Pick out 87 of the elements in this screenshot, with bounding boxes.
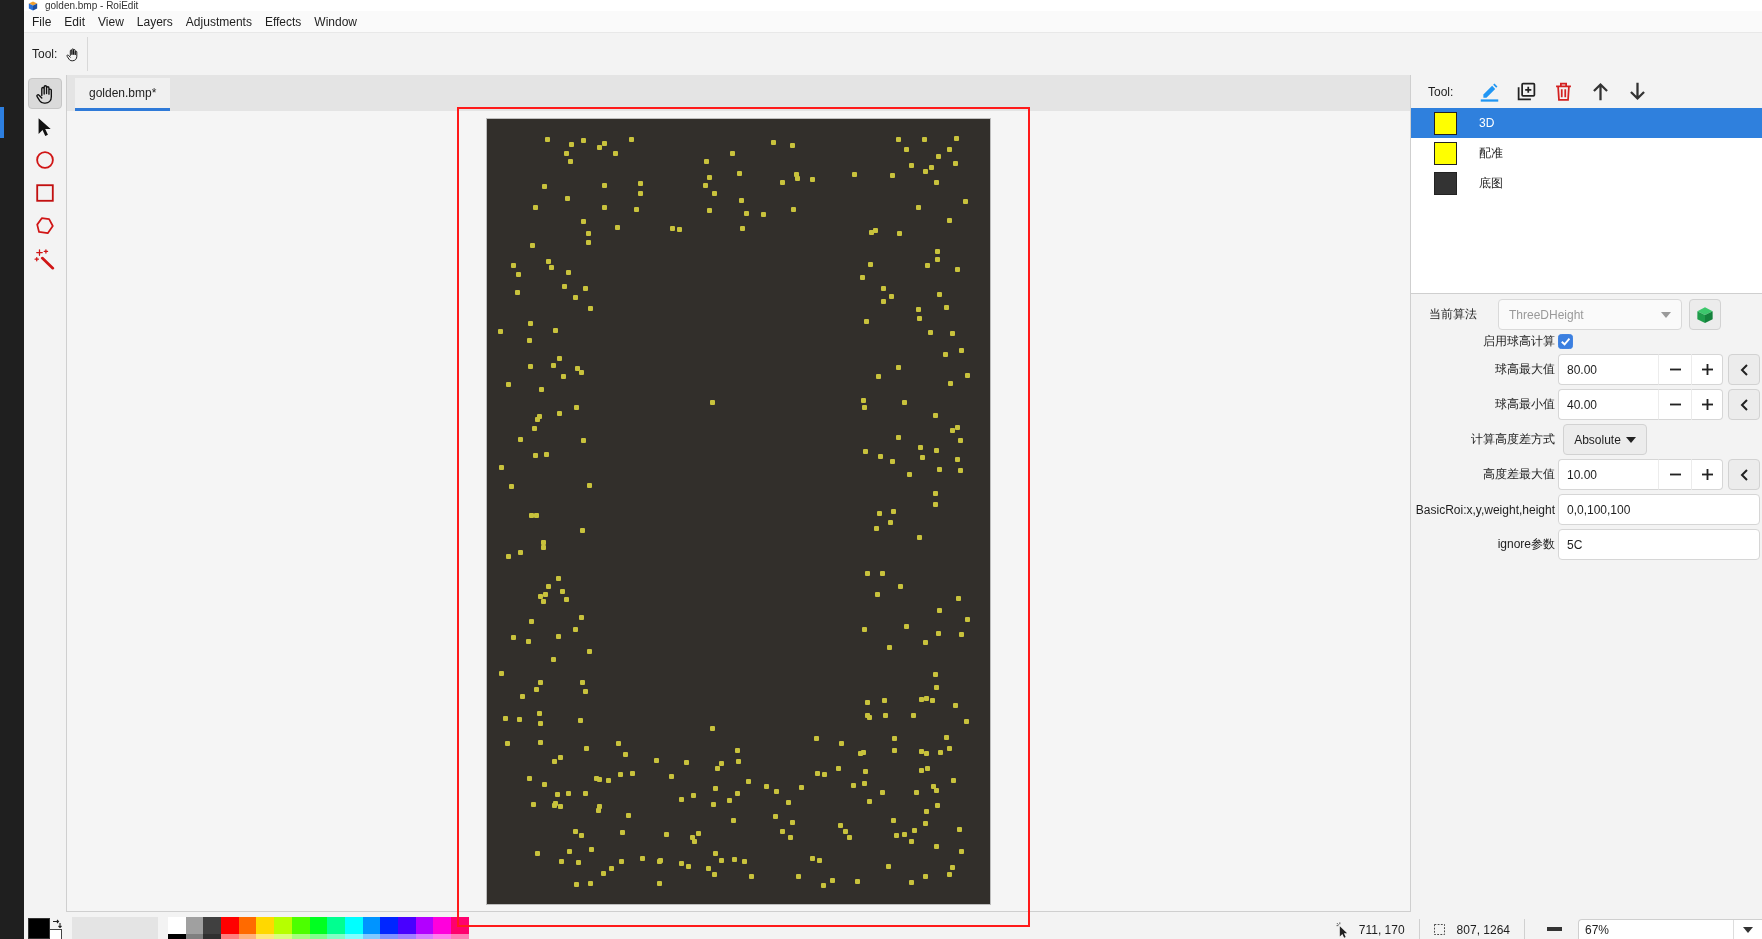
menu-item[interactable]: File — [25, 13, 58, 30]
checkbox[interactable] — [1558, 333, 1573, 349]
color-swatch-icon[interactable] — [433, 917, 451, 934]
chevron-left-icon — [1740, 468, 1748, 481]
app-icon — [28, 0, 38, 11]
color-swatch-icon[interactable] — [203, 934, 222, 939]
color-swatch-icon[interactable] — [274, 934, 292, 939]
field-label: 计算高度差方式 — [1470, 431, 1555, 448]
selection-icon — [1433, 924, 1445, 935]
caret-down-icon — [1625, 436, 1636, 443]
menu-item[interactable]: Adjustments — [179, 13, 259, 30]
color-swatch-icon[interactable] — [327, 934, 345, 939]
pencil-icon[interactable] — [1479, 81, 1501, 102]
zoom-combo-box[interactable]: 67% — [1578, 919, 1762, 939]
layer-row[interactable]: 3D — [1411, 108, 1762, 138]
color-swatch-icon[interactable] — [256, 934, 275, 939]
color-swatch-icon[interactable] — [28, 918, 50, 939]
plus-icon — [1701, 364, 1713, 375]
color-swatch-icon[interactable] — [238, 934, 257, 939]
cube-icon — [1696, 305, 1714, 324]
menu-item[interactable]: Window — [307, 13, 364, 30]
cursor-position: 711, 170 — [1358, 922, 1405, 938]
color-swatch-icon[interactable] — [380, 934, 398, 939]
selection-size: 807, 1264 — [1456, 922, 1510, 938]
cube-button[interactable] — [1689, 299, 1721, 330]
increment-button[interactable] — [1691, 459, 1723, 490]
chevron-left-button[interactable] — [1728, 389, 1760, 420]
field-label: 高度差最大值 — [1482, 466, 1555, 483]
caret-down-icon — [1661, 311, 1671, 318]
color-swatch-icon[interactable] — [433, 934, 451, 939]
color-swatch-icon[interactable] — [362, 934, 381, 939]
color-swatch-icon[interactable] — [344, 934, 363, 939]
plus-icon — [1701, 469, 1713, 480]
chevron-left-icon — [1740, 363, 1748, 376]
layer-row[interactable]: 底图 — [1411, 168, 1762, 198]
color-swatch-icon[interactable] — [221, 917, 239, 934]
color-swatch-icon[interactable] — [451, 934, 469, 939]
increment-button[interactable] — [1691, 389, 1723, 420]
window-title: golden.bmp - RoiEdit — [45, 0, 139, 11]
dropdown-button[interactable]: Absolute — [1563, 424, 1647, 455]
color-swatch-icon[interactable] — [49, 929, 62, 939]
field-label: 球高最小值 — [1494, 396, 1555, 413]
increment-button[interactable] — [1691, 354, 1723, 385]
menu-item[interactable]: Effects — [258, 13, 308, 30]
color-swatch-icon[interactable] — [291, 934, 310, 939]
document-tab[interactable]: golden.bmp* — [75, 78, 171, 111]
color-swatch-icon[interactable] — [397, 934, 416, 939]
color-swatch-icon[interactable] — [415, 934, 434, 939]
color-swatch-icon[interactable] — [203, 917, 222, 934]
field-label: BasicRoi:x,y,weight,height — [1414, 502, 1555, 517]
color-swatch-icon[interactable] — [380, 917, 398, 934]
magic-wand-icon — [34, 247, 56, 270]
cursor-icon — [1335, 922, 1348, 938]
circle-icon — [34, 148, 56, 171]
plus-icon — [1701, 399, 1713, 410]
text-field[interactable]: 0,0,100,100 — [1558, 494, 1760, 525]
menu-item[interactable]: View — [91, 13, 131, 30]
caret-down-icon — [1743, 926, 1753, 933]
add-layer-icon[interactable] — [1516, 81, 1538, 102]
color-swatch-icon[interactable] — [185, 934, 204, 939]
color-swatch-icon[interactable] — [221, 934, 239, 939]
tool-label: Tool: — [1428, 84, 1454, 99]
color-swatch-icon[interactable] — [274, 917, 292, 934]
menu-item[interactable]: Layers — [130, 13, 180, 30]
color-swatch-icon[interactable] — [168, 934, 186, 939]
layer-row[interactable]: 配准 — [1411, 138, 1762, 168]
color-swatch-icon[interactable] — [327, 917, 345, 934]
color-swatch-icon[interactable] — [309, 934, 328, 939]
number-input[interactable]: 10.00 — [1558, 459, 1658, 490]
chevron-left-button[interactable] — [1728, 354, 1760, 385]
square-icon — [34, 181, 56, 204]
chevron-left-button[interactable] — [1728, 459, 1760, 490]
field-label: 启用球高计算 — [1482, 332, 1555, 350]
field-label: ignore参数 — [1496, 536, 1555, 553]
color-swatch-icon[interactable] — [256, 917, 275, 934]
swap-arrows-icon[interactable] — [52, 919, 62, 928]
field-label: 当前算法 — [1428, 306, 1478, 323]
number-input[interactable]: 40.00 — [1558, 389, 1658, 420]
number-input[interactable]: 80.00 — [1558, 354, 1658, 385]
tool-label: Tool: — [32, 47, 58, 61]
color-swatch-icon[interactable] — [168, 917, 186, 934]
polygon-icon — [34, 214, 56, 237]
field-label: 球高最大值 — [1494, 361, 1555, 378]
pan-tool-button[interactable] — [28, 78, 62, 109]
menu-item[interactable]: Edit — [57, 13, 92, 30]
text-field[interactable]: 5C — [1558, 529, 1760, 560]
chevron-left-icon — [1740, 398, 1748, 411]
